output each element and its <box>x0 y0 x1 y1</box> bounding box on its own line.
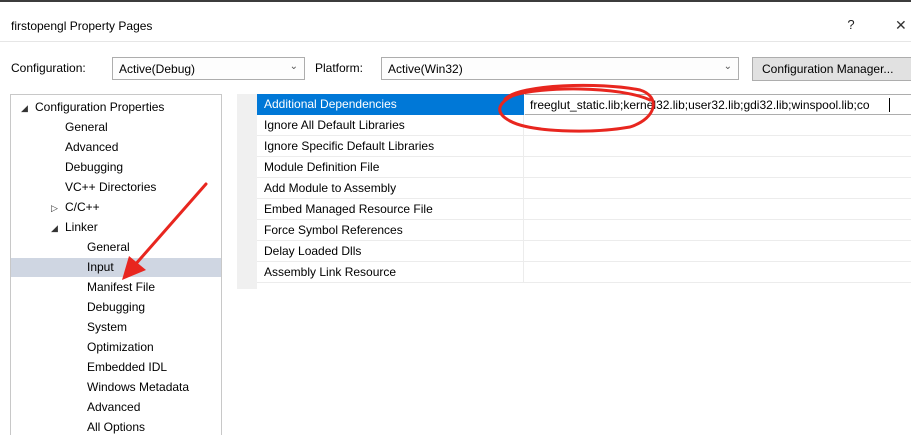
tree-item-label: Optimization <box>87 340 154 354</box>
property-grid-gutter <box>237 94 257 289</box>
configuration-manager-label: Configuration Manager... <box>762 62 894 76</box>
platform-select[interactable]: Active(Win32) ⌄ <box>381 57 739 80</box>
tree-item-vc-directories[interactable]: VC++ Directories <box>65 178 156 197</box>
property-name[interactable]: Add Module to Assembly <box>257 178 524 199</box>
platform-label: Platform: <box>315 61 364 75</box>
tree-item-label: Configuration Properties <box>35 100 165 114</box>
triangle-expanded-icon[interactable]: ◢ <box>51 219 65 238</box>
property-name[interactable]: Embed Managed Resource File <box>257 199 524 220</box>
property-row[interactable]: Assembly Link Resource <box>257 262 911 283</box>
tree-item-c-cpp[interactable]: ▷ C/C++ <box>51 198 100 217</box>
tree-item-label: Debugging <box>65 160 124 174</box>
property-value[interactable] <box>525 115 911 136</box>
tree-item-label: Windows Metadata <box>87 380 190 394</box>
tree-item-label: General <box>87 240 130 254</box>
chevron-down-icon: ⌄ <box>723 61 732 72</box>
tree-item-linker[interactable]: ◢ Linker <box>51 218 98 237</box>
tree-item-label: Advanced <box>87 400 141 414</box>
property-name[interactable]: Module Definition File <box>257 157 524 178</box>
tree-item-manifest-file[interactable]: Manifest File <box>87 278 155 297</box>
configuration-manager-button[interactable]: Configuration Manager... <box>752 57 911 81</box>
tree-item-all-options[interactable]: All Options <box>87 418 145 435</box>
property-row[interactable]: Module Definition File <box>257 157 911 178</box>
property-row[interactable]: Embed Managed Resource File <box>257 199 911 220</box>
tree-item-label: Advanced <box>65 140 119 154</box>
tree-item-label: Debugging <box>87 300 146 314</box>
property-value[interactable] <box>525 199 911 220</box>
tree-item-label: Input <box>87 260 114 274</box>
text-caret <box>889 98 890 112</box>
tree-item-label: All Options <box>87 420 146 434</box>
tree-item-advanced[interactable]: Advanced <box>65 138 118 157</box>
platform-value: Active(Win32) <box>388 62 463 76</box>
close-button[interactable]: ✕ <box>895 14 911 36</box>
tree-item-linker-input[interactable]: Input <box>11 258 221 277</box>
tree-item-label: VC++ Directories <box>65 180 157 194</box>
tree-item-label: General <box>65 120 108 134</box>
tree-item-linker-debugging[interactable]: Debugging <box>87 298 145 317</box>
additional-dependencies-input[interactable]: freeglut_static.lib;kernel32.lib;user32.… <box>525 94 911 115</box>
configuration-label: Configuration: <box>11 61 86 75</box>
tree-item-windows-metadata[interactable]: Windows Metadata <box>87 378 189 397</box>
tree-item-debugging[interactable]: Debugging <box>65 158 123 177</box>
property-value[interactable] <box>525 157 911 178</box>
tree-item-embedded-idl[interactable]: Embedded IDL <box>87 358 167 377</box>
tree-item-label: Manifest File <box>87 280 156 294</box>
property-row-additional-dependencies[interactable]: Additional Dependencies freeglut_static.… <box>257 94 911 115</box>
property-name[interactable]: Additional Dependencies <box>257 94 524 115</box>
property-name[interactable]: Ignore Specific Default Libraries <box>257 136 524 157</box>
property-row[interactable]: Force Symbol References <box>257 220 911 241</box>
property-row[interactable]: Add Module to Assembly <box>257 178 911 199</box>
property-value[interactable] <box>525 220 911 241</box>
tree-item-label: Embedded IDL <box>87 360 168 374</box>
property-grid: Additional Dependencies freeglut_static.… <box>237 94 911 289</box>
property-row[interactable]: Ignore Specific Default Libraries <box>257 136 911 157</box>
help-button[interactable]: ? <box>838 14 864 36</box>
triangle-collapsed-icon[interactable]: ▷ <box>51 199 65 218</box>
tree-item-label: System <box>87 320 128 334</box>
property-value[interactable] <box>525 136 911 157</box>
property-row[interactable]: Ignore All Default Libraries <box>257 115 911 136</box>
property-row[interactable]: Delay Loaded Dlls <box>257 241 911 262</box>
tree-item-linker-general[interactable]: General <box>87 238 130 257</box>
tree-item-configuration-properties[interactable]: ◢ Configuration Properties <box>21 98 164 117</box>
tree-item-label: Linker <box>65 220 98 234</box>
property-name[interactable]: Force Symbol References <box>257 220 524 241</box>
tree-item-general[interactable]: General <box>65 118 108 137</box>
configuration-bar: Configuration: Active(Debug) ⌄ Platform:… <box>0 42 911 84</box>
tree-item-optimization[interactable]: Optimization <box>87 338 154 357</box>
configuration-value: Active(Debug) <box>119 62 196 76</box>
property-value[interactable] <box>525 262 911 283</box>
property-name[interactable]: Assembly Link Resource <box>257 262 524 283</box>
tree-item-linker-advanced[interactable]: Advanced <box>87 398 140 417</box>
title-bar: firstopengl Property Pages ? ✕ <box>0 4 911 42</box>
configuration-select[interactable]: Active(Debug) ⌄ <box>112 57 305 80</box>
chevron-down-icon: ⌄ <box>289 61 298 72</box>
tree-item-system[interactable]: System <box>87 318 127 337</box>
property-value[interactable] <box>525 241 911 262</box>
tree-item-label: C/C++ <box>65 200 100 214</box>
window-title: firstopengl Property Pages <box>11 19 153 33</box>
property-value[interactable] <box>525 178 911 199</box>
property-name[interactable]: Delay Loaded Dlls <box>257 241 524 262</box>
triangle-expanded-icon[interactable]: ◢ <box>21 99 35 118</box>
property-tree[interactable]: ◢ Configuration Properties General Advanc… <box>10 94 222 435</box>
property-name[interactable]: Ignore All Default Libraries <box>257 115 524 136</box>
